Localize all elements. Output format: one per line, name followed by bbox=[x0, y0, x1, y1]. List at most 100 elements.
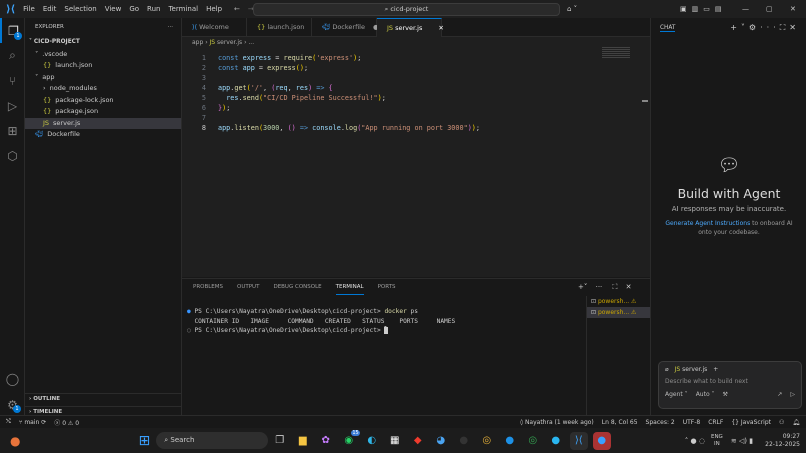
settings-icon[interactable]: ⚙1 bbox=[0, 392, 25, 417]
taskbar-search[interactable]: ⌕ Search bbox=[156, 432, 268, 449]
menu-edit[interactable]: Edit bbox=[43, 5, 57, 13]
language-mode[interactable]: {} JavaScript bbox=[731, 419, 771, 426]
breadcrumb-file[interactable]: server.js bbox=[217, 39, 242, 46]
tools-icon[interactable]: ⚒ bbox=[723, 391, 728, 398]
file-tree-item[interactable]: {}package.json bbox=[25, 106, 181, 118]
menu-go[interactable]: Go bbox=[129, 5, 139, 13]
menu-selection[interactable]: Selection bbox=[64, 5, 96, 13]
back-icon[interactable]: ← bbox=[234, 5, 240, 13]
line-ending[interactable]: CRLF bbox=[708, 419, 723, 426]
command-center-search[interactable]: ⌕ cicd-project bbox=[253, 3, 560, 16]
more-icon[interactable]: ··· bbox=[596, 283, 603, 291]
terminal-instance[interactable]: ⊡ powersh... ⚠ bbox=[587, 307, 650, 318]
maximize-button[interactable]: ▢ bbox=[766, 5, 773, 13]
attach-icon[interactable]: ⌀ bbox=[665, 366, 669, 373]
vscode-taskbar-icon[interactable]: ⟩⟨ bbox=[570, 432, 588, 450]
search-icon[interactable]: ⌕ bbox=[0, 43, 25, 68]
model-dropdown[interactable]: Auto ˅ bbox=[696, 391, 715, 398]
terminal-instance[interactable]: ⊡ powersh... ⚠ bbox=[587, 296, 650, 307]
branch-indicator[interactable]: ⑂ main ⟳ bbox=[19, 419, 46, 426]
file-tree-item[interactable]: {}launch.json bbox=[25, 60, 181, 72]
app-dark-icon[interactable]: ● bbox=[455, 432, 473, 450]
chat-input-box[interactable]: ⌀ JS server.js + Describe what to build ne… bbox=[658, 361, 802, 409]
panel-tab-ports[interactable]: PORTS bbox=[378, 284, 396, 295]
task-view-icon[interactable]: ❐ bbox=[271, 432, 289, 450]
encoding[interactable]: UTF-8 bbox=[683, 419, 701, 426]
generate-instructions-link[interactable]: Generate Agent Instructions bbox=[665, 220, 750, 227]
file-tree-item[interactable]: ˅.vscode bbox=[25, 49, 181, 61]
project-root[interactable]: ˅ CICD-PROJECT bbox=[25, 37, 181, 49]
copilot-app-icon[interactable]: ✿ bbox=[317, 432, 335, 450]
panel-tab-problems[interactable]: PROBLEMS bbox=[193, 284, 223, 295]
editor-tab[interactable]: 🐳︎ Dockerfile● bbox=[312, 18, 377, 37]
git-blame[interactable]: ◊ Nayathra (1 week ago) bbox=[520, 419, 594, 426]
chrome-profile-icon[interactable]: ◎ bbox=[524, 432, 542, 450]
menu-file[interactable]: File bbox=[23, 5, 35, 13]
explorer-icon[interactable]: ❐1 bbox=[0, 18, 25, 43]
tray-icons[interactable]: ˄ ● ◌ bbox=[685, 437, 705, 445]
start-button[interactable]: ⊞ bbox=[138, 433, 150, 449]
remote-icon[interactable]: ⤭ bbox=[6, 418, 11, 426]
file-tree-item[interactable]: {}package-lock.json bbox=[25, 95, 181, 107]
delegate-icon[interactable]: ↗ bbox=[777, 391, 782, 398]
new-terminal-icon[interactable]: +˅ bbox=[578, 283, 587, 291]
chat-input-placeholder[interactable]: Describe what to build next bbox=[659, 377, 801, 386]
close-panel-icon[interactable]: ✕ bbox=[626, 283, 632, 291]
whatsapp-icon[interactable]: ◉15 bbox=[340, 432, 358, 450]
edge-icon[interactable]: ◐ bbox=[363, 432, 381, 450]
chat-tab[interactable]: CHAT bbox=[660, 25, 675, 32]
copilot-status-icon[interactable]: ⚇ bbox=[779, 419, 784, 426]
panel-tab-debug-console[interactable]: DEBUG CONSOLE bbox=[273, 284, 321, 295]
panel-tab-output[interactable]: OUTPUT bbox=[237, 284, 259, 295]
store-icon[interactable]: ▦ bbox=[386, 432, 404, 450]
terminal-line[interactable]: ○ PS C:\Users\Nayatra\OneDrive\Desktop\c… bbox=[187, 326, 650, 336]
file-tree-item[interactable]: 🐳︎Dockerfile bbox=[25, 129, 181, 141]
breadcrumb-folder[interactable]: app bbox=[192, 39, 203, 46]
run-debug-icon[interactable]: ▷ bbox=[0, 93, 25, 118]
minimap[interactable] bbox=[602, 47, 630, 59]
meet-icon[interactable]: ● bbox=[547, 432, 565, 450]
editor-tab[interactable]: ⟩⟨ Welcome bbox=[182, 18, 247, 37]
layout-icons[interactable]: ▣▥▭▤ bbox=[680, 5, 726, 13]
more-actions-icon[interactable]: ··· bbox=[168, 18, 173, 37]
menu-view[interactable]: View bbox=[105, 5, 122, 13]
network-volume-battery[interactable]: ≋ ◁) ▮ bbox=[731, 437, 753, 445]
source-control-icon[interactable]: ⑂ bbox=[0, 68, 25, 93]
account-icon[interactable]: ◯ bbox=[0, 366, 25, 391]
minimize-button[interactable]: — bbox=[742, 5, 749, 13]
problems-indicator[interactable]: ⓧ 0 ⚠ 0 bbox=[54, 418, 79, 427]
mode-dropdown[interactable]: Agent ˅ bbox=[665, 391, 688, 398]
copilot-icon[interactable]: ⌂ ˅ bbox=[567, 5, 577, 13]
docker-taskbar-icon[interactable]: ● bbox=[593, 432, 611, 450]
file-tree-item[interactable]: JSserver.js bbox=[25, 118, 181, 130]
docker-icon[interactable]: ⬡ bbox=[0, 143, 25, 168]
indentation[interactable]: Spaces: 2 bbox=[646, 419, 675, 426]
close-tab-icon[interactable]: ✕ bbox=[438, 24, 443, 32]
weather-icon[interactable]: ● bbox=[10, 434, 20, 448]
cursor-position[interactable]: Ln 8, Col 65 bbox=[602, 419, 638, 426]
chrome-icon[interactable]: ◎ bbox=[478, 432, 496, 450]
docker-desktop-icon[interactable]: ● bbox=[501, 432, 519, 450]
code-editor[interactable]: app › JS server.js › ... 1const express … bbox=[182, 37, 650, 277]
editor-tab[interactable]: JS server.js✕ bbox=[377, 18, 442, 37]
extensions-icon[interactable]: ⊞ bbox=[0, 118, 25, 143]
close-button[interactable]: ✕ bbox=[790, 5, 796, 13]
panel-tab-terminal[interactable]: TERMINAL bbox=[336, 284, 364, 295]
app-icon[interactable]: ◕ bbox=[432, 432, 450, 450]
breadcrumb-symbol[interactable]: ... bbox=[248, 39, 254, 46]
language-indicator[interactable]: ENGIN bbox=[711, 434, 723, 448]
outline-section[interactable]: › OUTLINE bbox=[25, 394, 182, 406]
menu-help[interactable]: Help bbox=[206, 5, 222, 13]
menu-terminal[interactable]: Terminal bbox=[168, 5, 198, 13]
scrollbar[interactable] bbox=[642, 100, 648, 102]
file-tree-item[interactable]: ˅app bbox=[25, 72, 181, 84]
file-explorer-icon[interactable]: ▆ bbox=[294, 432, 312, 450]
notifications-icon[interactable]: 🔔︎ bbox=[792, 419, 800, 426]
menu-run[interactable]: Run bbox=[147, 5, 160, 13]
chat-actions[interactable]: +˅⚙···⛶✕ bbox=[730, 23, 800, 33]
editor-tab[interactable]: {} launch.json bbox=[247, 18, 312, 37]
context-file-chip[interactable]: JS server.js bbox=[675, 366, 708, 373]
anydesk-icon[interactable]: ◆ bbox=[409, 432, 427, 450]
add-context-icon[interactable]: + bbox=[713, 366, 718, 373]
maximize-panel-icon[interactable]: ⛶ bbox=[613, 283, 618, 291]
